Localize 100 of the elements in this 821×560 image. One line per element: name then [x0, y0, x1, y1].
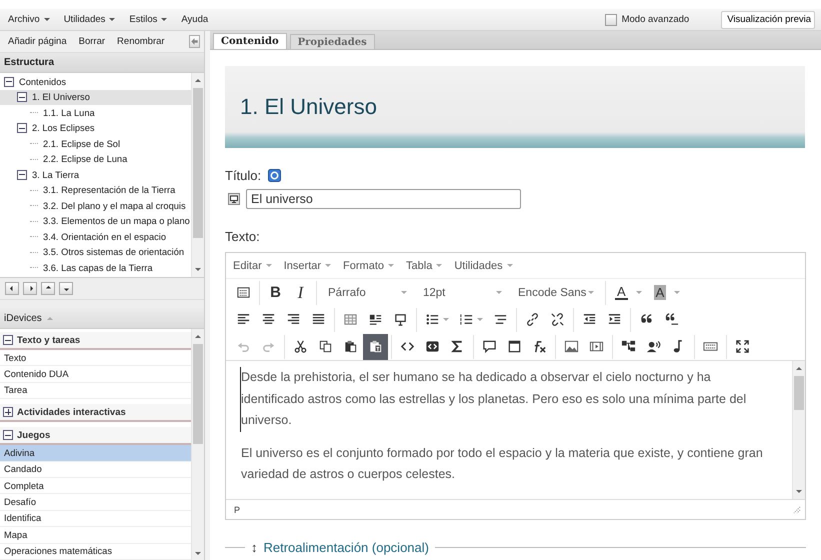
collapse-panel-button[interactable]	[188, 35, 200, 48]
field-label: Texto:	[225, 229, 260, 244]
category-header[interactable]: Texto y tareas	[0, 332, 191, 350]
clipboard-text-icon	[368, 339, 383, 354]
element-path[interactable]: P	[234, 504, 240, 514]
outline-icon	[493, 312, 508, 327]
menu-item[interactable]: Estilos	[129, 14, 168, 25]
tree-item[interactable]: 2.1. Eclipse de Sol	[0, 136, 191, 152]
film-icon	[589, 339, 604, 354]
tree-item[interactable]: 3.1. Representación de la Tierra	[0, 182, 191, 198]
menu-item[interactable]: Utilidades	[64, 14, 116, 25]
background-color-button[interactable]: A	[648, 280, 686, 304]
tab[interactable]: Propiedades	[290, 34, 375, 49]
preview-dropdown[interactable]: Visualización previa	[721, 10, 815, 28]
format-dropdown[interactable]: Párrafo	[320, 280, 415, 304]
monitor-icon[interactable]	[228, 193, 240, 205]
expand-toggle-icon[interactable]: ↕	[251, 540, 258, 555]
move-button[interactable]	[59, 282, 73, 295]
panel-header: Estructura	[0, 53, 204, 73]
speaker-person-icon	[646, 339, 661, 354]
editor-menu[interactable]: Insertar	[284, 260, 332, 272]
editor-menu[interactable]: Formato	[343, 260, 394, 272]
bold-button[interactable]: B	[263, 280, 288, 306]
align-right-icon	[286, 312, 301, 327]
size-dropdown[interactable]: 12pt	[415, 280, 510, 304]
move-button[interactable]	[41, 282, 55, 295]
text-color-button[interactable]: A	[609, 280, 648, 304]
menu-item[interactable]: Ayuda	[181, 14, 208, 25]
caret-icon	[401, 291, 407, 294]
tab[interactable]: Contenido	[213, 33, 287, 49]
caret-icon	[588, 291, 594, 294]
clipboard-text-button[interactable]	[363, 334, 388, 360]
caret-icon	[636, 291, 642, 294]
resize-grip-icon[interactable]	[793, 506, 801, 514]
tree-item[interactable]: 2.2. Eclipse de Luna	[0, 152, 191, 167]
list-item[interactable]: Contenido DUA	[0, 366, 191, 383]
tree-item[interactable]: 3.5. Otros sistemas de orientación	[0, 244, 191, 260]
help-icon[interactable]	[268, 169, 282, 182]
editor-menu[interactable]: Utilidades	[454, 260, 513, 272]
caret-icon	[161, 18, 168, 21]
align-left-icon	[236, 312, 251, 327]
list-item[interactable]: Candado	[0, 462, 191, 478]
collapse-icon[interactable]	[17, 123, 27, 134]
collapse-icon[interactable]	[4, 76, 14, 87]
scrollbar[interactable]	[191, 73, 204, 277]
toolbar-button[interactable]: Renombrar	[117, 36, 165, 47]
list-item[interactable]: Mapa	[0, 527, 191, 544]
collapse-icon[interactable]	[17, 92, 27, 102]
move-button[interactable]	[5, 282, 19, 295]
numbered-list-icon	[459, 312, 474, 327]
move-button[interactable]	[23, 282, 37, 295]
editor-menu[interactable]: Editar	[233, 260, 272, 272]
collapse-icon[interactable]	[17, 170, 27, 180]
collapse-icon[interactable]	[3, 335, 13, 345]
tree-item[interactable]: 3.2. Del plano y el mapa al croquis	[0, 198, 191, 214]
list-item[interactable]: Adivina	[0, 445, 191, 462]
italic-button[interactable]: I	[288, 280, 313, 306]
list-item[interactable]: Tarea	[0, 382, 191, 400]
tree-item[interactable]: 3.4. Orientación en el espacio	[0, 229, 191, 244]
checkbox[interactable]	[604, 14, 617, 26]
tree-item[interactable]: 3.3. Elementos de un mapa o plano	[0, 214, 191, 229]
indent-icon	[607, 312, 622, 327]
caret-icon	[436, 264, 442, 267]
list-item[interactable]: Identifica	[0, 510, 191, 528]
list-item[interactable]: Operaciones matemáticas	[0, 544, 191, 560]
caret-icon	[266, 264, 272, 267]
tree-item[interactable]: 3. La Tierra	[0, 167, 191, 182]
toolbar-button[interactable]: Añadir página	[8, 36, 67, 47]
list-item[interactable]: Desafío	[0, 494, 191, 511]
caret-icon	[44, 18, 50, 21]
tree-item[interactable]: 3.6. Las capas de la Tierra	[0, 260, 191, 276]
image-icon	[564, 339, 579, 354]
feedback-toggle[interactable]: Retroalimentación (opcional)	[264, 540, 429, 555]
font-dropdown[interactable]: Encode Sans	[510, 280, 602, 304]
list-item[interactable]: Completa	[0, 478, 191, 494]
hierarchy-icon	[621, 339, 636, 354]
title-field[interactable]: El universo	[246, 189, 521, 209]
category-header[interactable]: Juegos	[0, 427, 191, 446]
tree-item[interactable]: 1. El Universo	[0, 90, 191, 105]
scrollbar[interactable]	[191, 329, 204, 560]
caret-icon	[46, 316, 53, 320]
paragraph: Desde la prehistoria, el ser humano se ha dedicado a observar el cielo nocturno y ha identificado astros como las estrellas y los planetas. Pero eso es solo una mínima parte del universo.	[240, 367, 777, 432]
tree-item[interactable]: Contenidos	[0, 74, 191, 90]
list-item[interactable]: Texto	[0, 350, 191, 366]
caret-icon	[674, 291, 680, 294]
caret-icon	[477, 318, 483, 321]
menu-item[interactable]: Archivo	[8, 14, 50, 25]
panel-header: iDevices	[4, 312, 42, 324]
collapse-icon[interactable]	[3, 430, 13, 440]
editor-menu[interactable]: Tabla	[406, 260, 442, 272]
scrollbar[interactable]	[792, 361, 805, 499]
caret-icon	[388, 264, 394, 267]
category-header[interactable]: Actividades interactivas	[0, 404, 191, 422]
toolbar-button[interactable]: Borrar	[78, 36, 106, 47]
table-icon	[343, 312, 358, 327]
justify-icon	[311, 312, 326, 327]
tree-item[interactable]: 1.1. La Luna	[0, 105, 191, 120]
tree-item[interactable]: 2. Los Eclipses	[0, 120, 191, 136]
layout-icon	[368, 312, 383, 327]
expand-icon[interactable]	[3, 407, 13, 418]
